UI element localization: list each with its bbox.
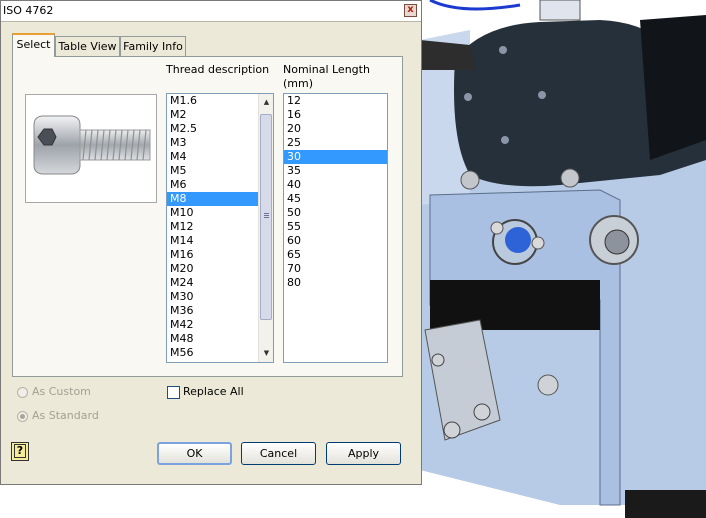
apply-button[interactable]: Apply [326,442,401,465]
help-icon[interactable]: ? [11,442,29,461]
select-tab-panel: Thread description M1.6 M2 M2.5 M3 M4 M5 M6 M8 M… [12,56,403,377]
as-standard-label: As Standard [32,409,99,422]
thumb-grip [264,213,269,214]
thread-description-list[interactable]: M1.6 M2 M2.5 M3 M4 M5 M6 M8 M10 M12 M14 M16 M20 M24 M3… [166,93,274,363]
replace-all-checkbox[interactable] [167,386,180,399]
nominal-length-item[interactable]: 55 [284,220,387,234]
tab-select[interactable]: Select [12,33,55,57]
nominal-length-item[interactable]: 16 [284,108,387,122]
dialog-titlebar[interactable]: ISO 4762 x [1,1,421,22]
nominal-length-items: 12 16 20 25 30 35 40 45 50 55 60 65 70 80 [284,94,387,290]
nominal-length-item[interactable]: 40 [284,178,387,192]
nominal-length-item[interactable]: 80 [284,276,387,290]
thread-description-header: Thread description [166,63,270,76]
nominal-length-header: Nominal Length (mm) [283,63,370,91]
thumb-grip [264,217,269,218]
nominal-length-item[interactable]: 25 [284,136,387,150]
as-custom-label: As Custom [32,385,91,398]
as-standard-radio[interactable] [17,411,28,422]
nominal-length-item[interactable]: 20 [284,122,387,136]
dialog-title: ISO 4762 [3,4,54,17]
nominal-length-list[interactable]: 12 16 20 25 30 35 40 45 50 55 60 65 70 80 [283,93,388,363]
nominal-length-item[interactable]: 12 [284,94,387,108]
ok-button[interactable]: OK [157,442,232,465]
nominal-length-item[interactable]: 50 [284,206,387,220]
nominal-length-item[interactable]: 35 [284,164,387,178]
nominal-length-item[interactable]: 70 [284,262,387,276]
thread-list-scrollbar[interactable]: ▲ ▼ [258,94,273,362]
nominal-length-header-line1: Nominal Length [283,63,370,76]
nominal-length-item[interactable]: 30 [284,150,387,164]
help-glyph: ? [14,444,26,458]
nominal-length-item[interactable]: 60 [284,234,387,248]
nominal-length-header-line2: (mm) [283,77,314,90]
as-custom-radio[interactable] [17,387,28,398]
cancel-button[interactable]: Cancel [241,442,316,465]
tab-family-info[interactable]: Family Info [120,36,186,56]
scroll-down-arrow-icon[interactable]: ▼ [261,348,272,359]
iso-4762-dialog: ISO 4762 x Select Table View Family Info [0,0,422,485]
nominal-length-item[interactable]: 65 [284,248,387,262]
scroll-up-arrow-icon[interactable]: ▲ [261,97,272,108]
nominal-length-item[interactable]: 45 [284,192,387,206]
thumb-grip [264,215,269,216]
close-icon[interactable]: x [404,4,417,17]
replace-all-label: Replace All [183,385,244,398]
screw-illustration [33,115,151,175]
scroll-thumb[interactable] [260,114,272,320]
tab-table-view[interactable]: Table View [55,36,120,56]
socket-head-cap-screw-image [25,94,157,203]
